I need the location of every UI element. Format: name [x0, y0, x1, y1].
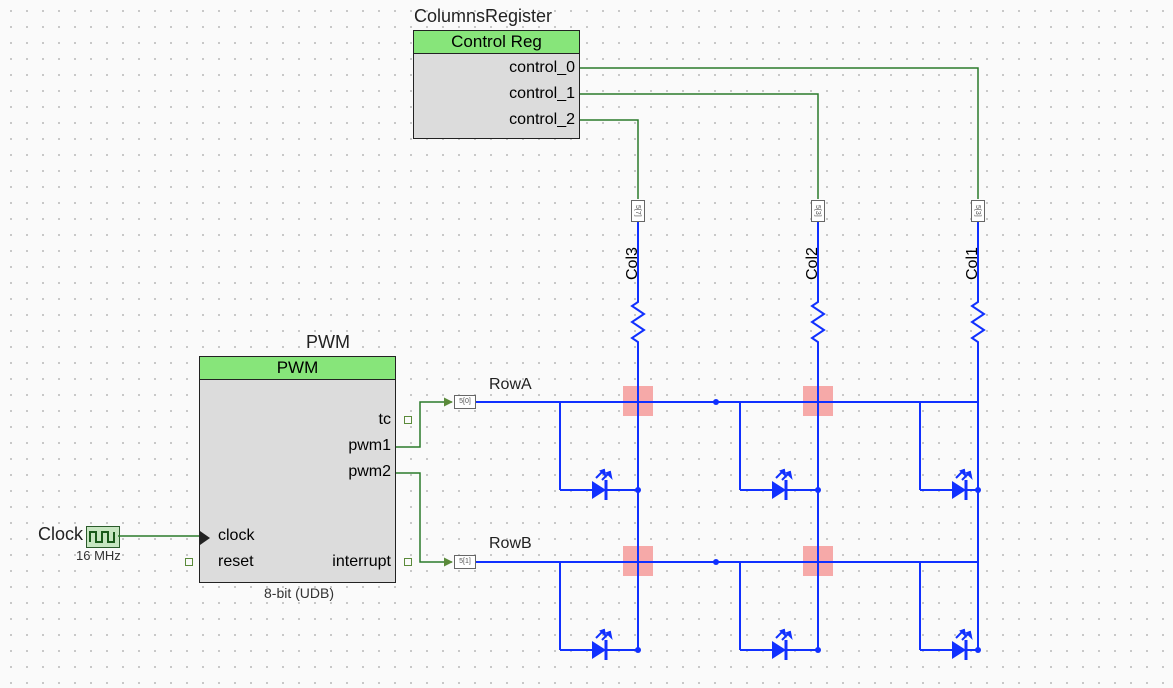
wiring-layer: [0, 0, 1173, 688]
